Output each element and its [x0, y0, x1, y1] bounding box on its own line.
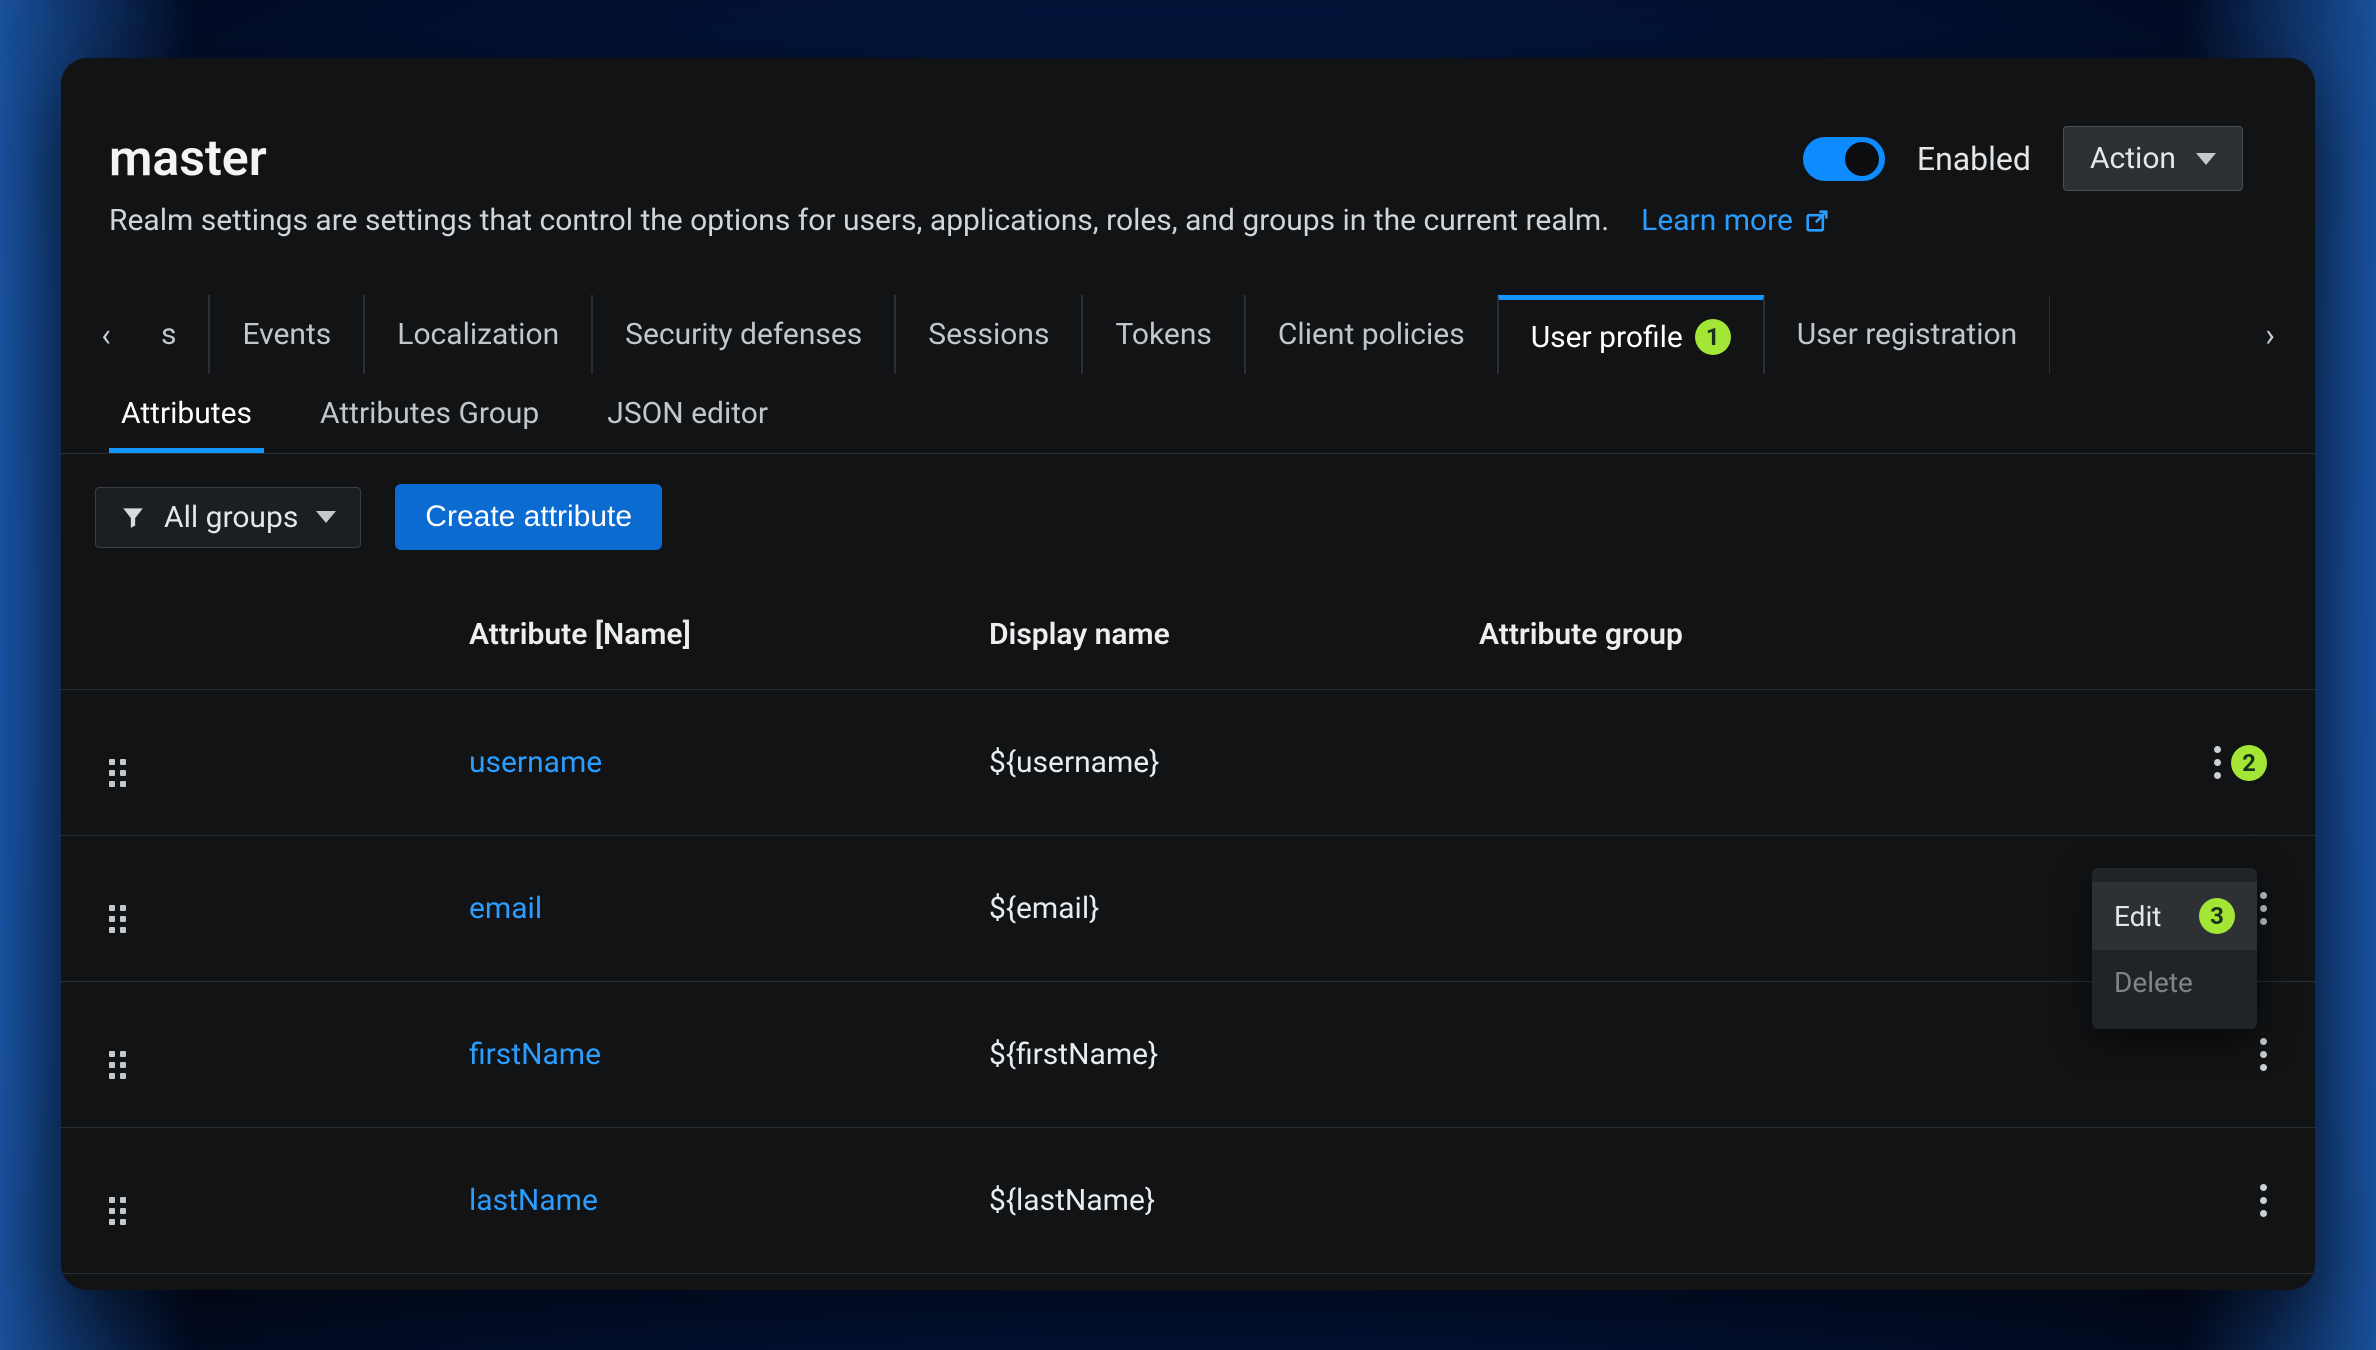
subtab-json-editor[interactable]: JSON editor	[595, 376, 780, 451]
drag-icon	[109, 1051, 126, 1079]
page-title: master	[109, 130, 267, 188]
menu-item-label: Edit	[2114, 900, 2161, 933]
chevron-left-icon: ‹	[101, 316, 111, 354]
learn-more-link[interactable]: Learn more	[1641, 203, 1831, 238]
table-row: lastName ${lastName}	[61, 1128, 2315, 1274]
col-header-group: Attribute group	[1479, 617, 2157, 652]
drag-handle[interactable]	[109, 1031, 469, 1079]
create-attribute-label: Create attribute	[425, 500, 632, 533]
page-description: Realm settings are settings that control…	[109, 203, 1609, 238]
display-name-cell: ${firstName}	[989, 1037, 1479, 1072]
drag-handle[interactable]	[109, 885, 469, 933]
annotation-badge: 3	[2199, 898, 2235, 934]
attribute-link[interactable]: email	[469, 891, 989, 926]
col-header-display-name: Display name	[989, 617, 1479, 652]
action-dropdown[interactable]: Action	[2063, 126, 2243, 191]
tab-user-profile[interactable]: User profile 1	[1498, 295, 1764, 374]
tab-label: User registration	[1797, 317, 2017, 352]
row-actions-button[interactable]	[2260, 892, 2267, 925]
menu-item-label: Delete	[2114, 966, 2193, 999]
tab-label: Client policies	[1278, 317, 1465, 352]
drag-icon	[109, 759, 126, 787]
subtab-label: Attributes	[121, 396, 252, 431]
kebab-icon	[2260, 1184, 2267, 1217]
realm-settings-panel: master Enabled Action Realm settings are…	[61, 58, 2315, 1290]
tab-tokens[interactable]: Tokens	[1082, 295, 1244, 374]
kebab-icon	[2260, 892, 2267, 925]
filter-dropdown[interactable]: All groups	[95, 487, 361, 548]
filter-icon	[120, 504, 146, 530]
subtab-attributes[interactable]: Attributes	[109, 376, 264, 451]
toolbar: All groups Create attribute	[61, 454, 2315, 580]
tab-label: Events	[242, 317, 331, 352]
tab-security-defenses[interactable]: Security defenses	[592, 295, 895, 374]
attribute-link[interactable]: firstName	[469, 1037, 989, 1072]
drag-handle[interactable]	[109, 739, 469, 787]
row-actions-button[interactable]: 2	[2214, 745, 2267, 781]
menu-item-delete[interactable]: Delete	[2092, 950, 2257, 1015]
subtabs: Attributes Attributes Group JSON editor	[61, 374, 2315, 454]
tab-client-policies[interactable]: Client policies	[1245, 295, 1498, 374]
enabled-label: Enabled	[1917, 140, 2031, 178]
tabs-row: ‹ s Events Localization Security defense…	[61, 294, 2315, 374]
drag-icon	[109, 1197, 126, 1225]
tab-label: Sessions	[928, 317, 1049, 352]
tab-truncated[interactable]: s	[151, 295, 209, 374]
tab-events[interactable]: Events	[209, 295, 364, 374]
table-row: firstName ${firstName}	[61, 982, 2315, 1128]
annotation-badge: 2	[2231, 745, 2267, 781]
action-label: Action	[2090, 141, 2176, 176]
chevron-right-icon: ›	[2265, 316, 2275, 354]
chevron-down-icon	[2196, 153, 2216, 165]
tab-label: Security defenses	[625, 317, 862, 352]
kebab-icon	[2260, 1038, 2267, 1071]
menu-item-edit[interactable]: Edit 3	[2092, 882, 2257, 950]
enabled-toggle[interactable]	[1803, 137, 1885, 181]
row-actions-menu: Edit 3 Delete	[2092, 868, 2257, 1029]
table-header: Attribute [Name] Display name Attribute …	[61, 580, 2315, 690]
drag-icon	[109, 905, 126, 933]
tabs-scroll-right[interactable]: ›	[2225, 295, 2315, 374]
row-actions-button[interactable]	[2260, 1184, 2267, 1217]
kebab-icon	[2214, 746, 2221, 779]
drag-handle[interactable]	[109, 1177, 469, 1225]
create-attribute-button[interactable]: Create attribute	[395, 484, 662, 550]
display-name-cell: ${lastName}	[989, 1183, 1479, 1218]
tab-sessions[interactable]: Sessions	[895, 295, 1082, 374]
table-row: email ${email}	[61, 836, 2315, 982]
tab-localization[interactable]: Localization	[364, 295, 592, 374]
tab-user-registration[interactable]: User registration	[1764, 295, 2050, 374]
subtab-label: JSON editor	[607, 396, 768, 431]
tab-label: Tokens	[1115, 317, 1211, 352]
attribute-link[interactable]: username	[469, 745, 989, 780]
attributes-table: Attribute [Name] Display name Attribute …	[61, 580, 2315, 1274]
annotation-badge: 1	[1695, 319, 1731, 355]
external-link-icon	[1803, 207, 1831, 235]
col-header-attribute: Attribute [Name]	[469, 617, 989, 652]
tabs-inner: s Events Localization Security defenses …	[151, 295, 2225, 374]
tabs-scroll-left[interactable]: ‹	[61, 295, 151, 374]
display-name-cell: ${email}	[989, 891, 1479, 926]
tab-truncated-label: s	[161, 317, 176, 352]
filter-label: All groups	[164, 500, 298, 535]
chevron-down-icon	[316, 511, 336, 523]
subtab-label: Attributes Group	[320, 396, 539, 431]
tab-label: User profile	[1531, 320, 1683, 355]
tab-label: Localization	[397, 317, 559, 352]
row-actions-button[interactable]	[2260, 1038, 2267, 1071]
table-row: username ${username} 2	[61, 690, 2315, 836]
learn-more-label: Learn more	[1641, 203, 1793, 238]
subtab-attributes-group[interactable]: Attributes Group	[308, 376, 551, 451]
display-name-cell: ${username}	[989, 745, 1479, 780]
attribute-link[interactable]: lastName	[469, 1183, 989, 1218]
toggle-knob	[1845, 142, 1879, 176]
